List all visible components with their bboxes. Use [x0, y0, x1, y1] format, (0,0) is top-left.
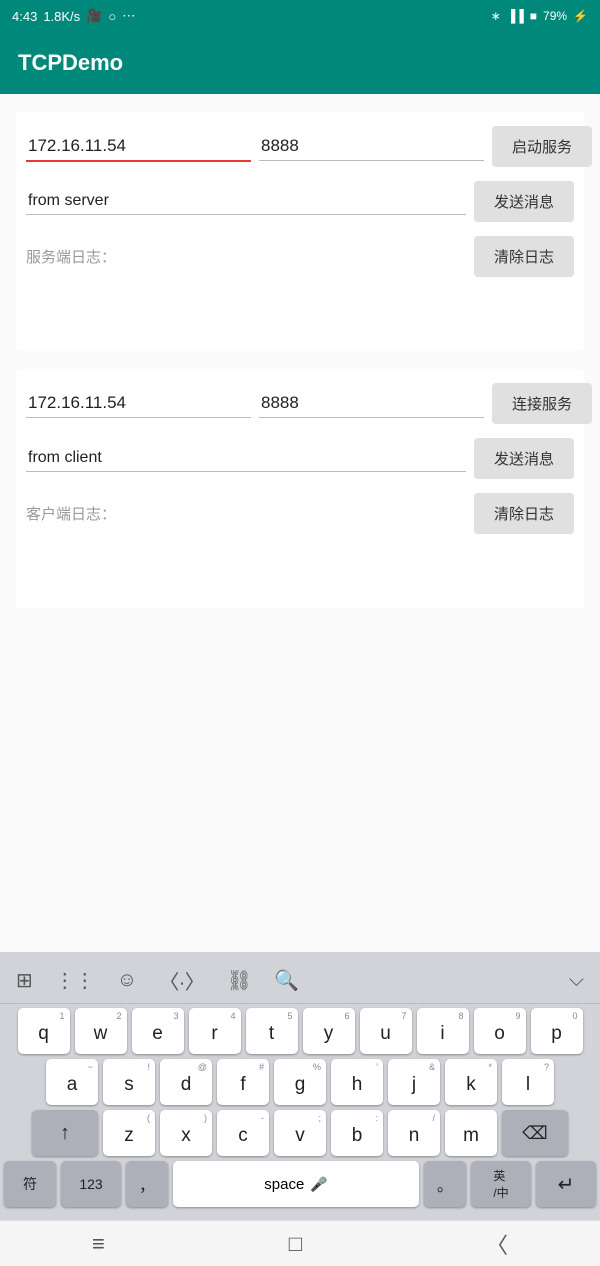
status-time: 4:43	[12, 9, 37, 24]
key-e[interactable]: 3e	[132, 1008, 184, 1054]
status-speed: 1.8K/s	[43, 9, 80, 24]
key-p[interactable]: 0p	[531, 1008, 583, 1054]
client-clear-button[interactable]: 清除日志	[474, 493, 574, 534]
space-key[interactable]: space 🎤	[173, 1161, 419, 1207]
client-log-label: 客户端日志：	[26, 503, 116, 524]
key-v[interactable]: ;v	[274, 1110, 326, 1156]
key-w[interactable]: 2w	[75, 1008, 127, 1054]
wifi-icon: ■	[530, 9, 537, 23]
search-icon[interactable]: 🔍	[274, 968, 299, 993]
delete-key[interactable]: ⌫	[502, 1110, 568, 1156]
connect-server-button[interactable]: 连接服务	[492, 383, 592, 424]
key-b[interactable]: :b	[331, 1110, 383, 1156]
key-q[interactable]: 1q	[18, 1008, 70, 1054]
shift-key[interactable]: ↑	[32, 1110, 98, 1156]
key-f[interactable]: #f	[217, 1059, 269, 1105]
key-x[interactable]: )x	[160, 1110, 212, 1156]
dots-icon: ⋯	[122, 8, 135, 24]
client-message-row: 发送消息	[26, 438, 574, 479]
client-port-input[interactable]	[259, 389, 484, 418]
client-message-input[interactable]	[26, 445, 466, 472]
status-bar: 4:43 1.8K/s 🎥 ○ ⋯ ∗ ▐▐ ■ 79% ⚡	[0, 0, 600, 32]
key-d[interactable]: @d	[160, 1059, 212, 1105]
keyboard-toolbar: ⊞ ⋮⋮ ☺ 〈∙〉 ⛓ 🔍 ⌵	[0, 958, 600, 1004]
key-s[interactable]: !s	[103, 1059, 155, 1105]
client-ip-row: 连接服务	[26, 383, 574, 424]
client-send-button[interactable]: 发送消息	[474, 438, 574, 479]
comma-key[interactable]: ，	[126, 1161, 168, 1207]
video-icon: 🎥	[86, 8, 102, 24]
key-r[interactable]: 4r	[189, 1008, 241, 1054]
server-send-button[interactable]: 发送消息	[474, 181, 574, 222]
key-row-4: 符 123 ， space 🎤 。 英/中 ↵	[4, 1161, 596, 1207]
main-content: 启动服务 发送消息 服务端日志： 清除日志 连接服务 发送消息 客户端日志：	[0, 94, 600, 952]
key-c[interactable]: -c	[217, 1110, 269, 1156]
key-row-2: ~a !s @d #f %g 'h &j *k	[4, 1059, 596, 1105]
keyboard-keys: 1q 2w 3e 4r 5t 6y 7u 8i	[0, 1004, 600, 1207]
server-log-area	[26, 281, 574, 337]
client-log-area	[26, 538, 574, 594]
grid-icon[interactable]: ⊞	[16, 968, 33, 993]
server-clear-button[interactable]: 清除日志	[474, 236, 574, 277]
code-icon[interactable]: 〈∙〉	[159, 966, 205, 995]
key-i[interactable]: 8i	[417, 1008, 469, 1054]
kb-toolbar-icons: ⊞ ⋮⋮ ☺ 〈∙〉 ⛓ 🔍	[16, 966, 299, 995]
server-message-input[interactable]	[26, 188, 466, 215]
key-m[interactable]: m	[445, 1110, 497, 1156]
server-port-input[interactable]	[259, 132, 484, 161]
key-j[interactable]: &j	[388, 1059, 440, 1105]
period-key[interactable]: 。	[424, 1161, 466, 1207]
nav-back-icon[interactable]: 〈	[486, 1228, 508, 1260]
key-row-3: ↑ (z )x -c ;v :b /n m ⌫	[4, 1110, 596, 1156]
server-log-row: 服务端日志： 清除日志	[26, 236, 574, 277]
key-o[interactable]: 9o	[474, 1008, 526, 1054]
app-title: TCPDemo	[18, 50, 123, 76]
server-section: 启动服务 发送消息 服务端日志： 清除日志	[16, 112, 584, 351]
key-k[interactable]: *k	[445, 1059, 497, 1105]
key-y[interactable]: 6y	[303, 1008, 355, 1054]
start-server-button[interactable]: 启动服务	[492, 126, 592, 167]
server-ip-input[interactable]	[26, 132, 251, 162]
fu-key[interactable]: 符	[4, 1161, 56, 1207]
client-log-row: 客户端日志： 清除日志	[26, 493, 574, 534]
key-n[interactable]: /n	[388, 1110, 440, 1156]
status-left: 4:43 1.8K/s 🎥 ○ ⋯	[12, 8, 135, 24]
battery-icon: ⚡	[573, 9, 588, 23]
status-right: ∗ ▐▐ ■ 79% ⚡	[491, 9, 588, 23]
enter-key[interactable]: ↵	[536, 1161, 596, 1207]
bluetooth-icon: ∗	[491, 9, 501, 23]
battery-text: 79%	[543, 9, 567, 23]
client-section: 连接服务 发送消息 客户端日志： 清除日志	[16, 369, 584, 608]
server-ip-row: 启动服务	[26, 126, 574, 167]
server-message-row: 发送消息	[26, 181, 574, 222]
signal-icon: ▐▐	[507, 9, 524, 23]
apps-icon[interactable]: ⋮⋮	[55, 968, 95, 993]
collapse-keyboard-icon[interactable]: ⌵	[569, 969, 584, 992]
key-u[interactable]: 7u	[360, 1008, 412, 1054]
key-a[interactable]: ~a	[46, 1059, 98, 1105]
key-h[interactable]: 'h	[331, 1059, 383, 1105]
keyboard-container: ⊞ ⋮⋮ ☺ 〈∙〉 ⛓ 🔍 ⌵ 1q 2w 3e 4r 5t	[0, 952, 600, 1220]
key-z[interactable]: (z	[103, 1110, 155, 1156]
num123-key[interactable]: 123	[61, 1161, 121, 1207]
bottom-nav: ≡ □ 〈	[0, 1220, 600, 1266]
link-icon[interactable]: ⛓	[227, 968, 252, 993]
key-row-1: 1q 2w 3e 4r 5t 6y 7u 8i	[4, 1008, 596, 1054]
nav-home-icon[interactable]: □	[289, 1231, 302, 1257]
key-g[interactable]: %g	[274, 1059, 326, 1105]
server-log-label: 服务端日志：	[26, 246, 116, 267]
emoji-icon[interactable]: ☺	[117, 969, 137, 992]
circle-icon: ○	[108, 9, 116, 24]
nav-menu-icon[interactable]: ≡	[92, 1231, 105, 1257]
lang-switch-key[interactable]: 英/中	[471, 1161, 531, 1207]
key-t[interactable]: 5t	[246, 1008, 298, 1054]
client-ip-input[interactable]	[26, 389, 251, 418]
key-l[interactable]: ?l	[502, 1059, 554, 1105]
app-bar: TCPDemo	[0, 32, 600, 94]
